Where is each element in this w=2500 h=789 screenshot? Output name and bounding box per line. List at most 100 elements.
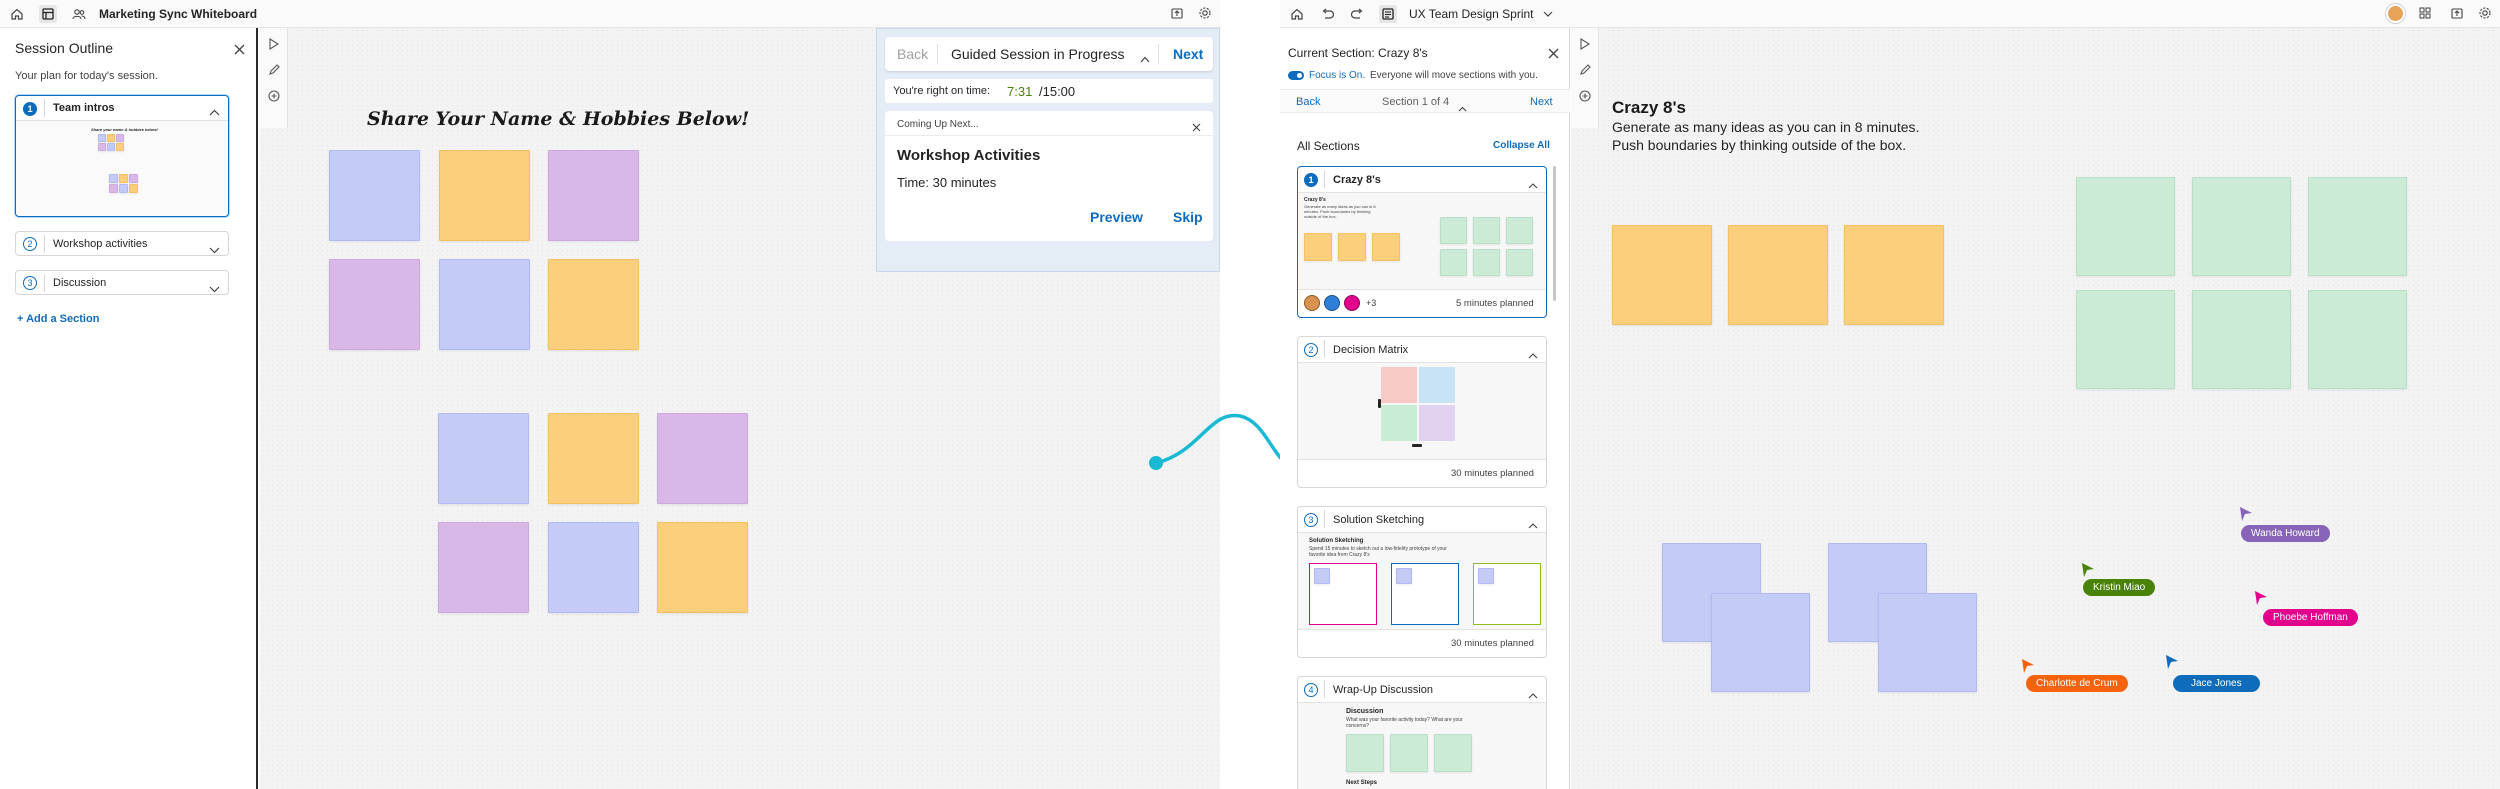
chevron-down-icon[interactable] bbox=[209, 241, 220, 259]
select-tool-icon[interactable] bbox=[1577, 36, 1593, 52]
add-tool-icon[interactable] bbox=[266, 88, 282, 104]
add-tool-icon[interactable] bbox=[1577, 88, 1593, 104]
section-card-2[interactable]: 2 Decision Matrix 30 minutes planned bbox=[1297, 336, 1547, 488]
thumb-title: Crazy 8's bbox=[1304, 197, 1326, 203]
sticky-note[interactable] bbox=[329, 150, 420, 241]
collapse-all-button[interactable]: Collapse All bbox=[1493, 140, 1550, 151]
cursor-label-wanda: Wanda Howard bbox=[2241, 525, 2330, 542]
add-section-link[interactable]: + Add a Section bbox=[17, 313, 99, 325]
outline-heading: Session Outline bbox=[15, 40, 114, 56]
share-icon[interactable] bbox=[2450, 6, 2464, 23]
next-button[interactable]: Next bbox=[1530, 96, 1553, 108]
thumb-sticky bbox=[98, 134, 106, 142]
settings-icon[interactable] bbox=[1198, 6, 1212, 23]
apps-icon[interactable] bbox=[2418, 6, 2432, 23]
thumb-sticky bbox=[119, 184, 128, 193]
undo-icon[interactable] bbox=[1319, 6, 1335, 22]
sticky-note[interactable] bbox=[439, 150, 530, 241]
chevron-down-icon[interactable] bbox=[1543, 11, 1553, 17]
sticky-note[interactable] bbox=[548, 150, 639, 241]
coming-up-title: Workshop Activities bbox=[897, 147, 1041, 164]
left-canvas[interactable]: Share Your Name & Hobbies Below! Back Gu… bbox=[260, 28, 1220, 789]
sticky-note[interactable] bbox=[439, 259, 530, 350]
matrix-handle bbox=[1378, 399, 1381, 408]
thumb-sticky bbox=[119, 174, 128, 183]
thumb-sticky bbox=[1390, 734, 1428, 772]
section-number: 3 bbox=[23, 276, 37, 290]
settings-icon[interactable] bbox=[2478, 6, 2492, 23]
share-icon[interactable] bbox=[1170, 6, 1184, 23]
close-icon[interactable] bbox=[1548, 46, 1559, 64]
sticky-note[interactable] bbox=[657, 413, 748, 504]
people-icon[interactable] bbox=[71, 6, 87, 22]
guided-status: Guided Session in Progress bbox=[951, 46, 1125, 62]
chevron-up-icon[interactable] bbox=[209, 103, 220, 121]
sticky-note[interactable] bbox=[548, 522, 639, 613]
pen-tool-icon[interactable] bbox=[1577, 62, 1593, 78]
sticky-note[interactable] bbox=[438, 522, 529, 613]
thumb-sticky bbox=[129, 184, 138, 193]
thumb-sticky bbox=[107, 143, 115, 151]
chevron-down-icon[interactable] bbox=[209, 280, 220, 298]
sticky-note[interactable] bbox=[2308, 177, 2407, 276]
sketch-frame bbox=[1309, 563, 1377, 625]
matrix-quadrant bbox=[1419, 405, 1455, 441]
cursor-label-kristin: Kristin Miao bbox=[2083, 579, 2156, 596]
section-card-3[interactable]: 3 Solution Sketching Solution Sketching … bbox=[1297, 506, 1547, 658]
sticky-note[interactable] bbox=[438, 413, 529, 504]
canvas-section-desc-1: Generate as many ideas as you can in 8 m… bbox=[1612, 119, 1920, 135]
pen-tool-icon[interactable] bbox=[266, 62, 282, 78]
sticky-note[interactable] bbox=[657, 522, 748, 613]
canvas-section-desc-2: Push boundaries by thinking outside of t… bbox=[1612, 137, 1907, 153]
sticky-note[interactable] bbox=[548, 259, 639, 350]
timer-prefix: You're right on time: bbox=[893, 85, 991, 97]
avatar bbox=[1304, 295, 1320, 311]
current-section-label: Current Section: Crazy 8's bbox=[1288, 46, 1428, 60]
sticky-note[interactable] bbox=[1878, 593, 1977, 692]
focus-label: Focus is On. bbox=[1309, 70, 1366, 81]
thumb-sticky bbox=[109, 184, 118, 193]
guided-next-button[interactable]: Next bbox=[1173, 46, 1203, 62]
outline-section-2[interactable]: 2 Workshop activities bbox=[15, 231, 229, 256]
sticky-note[interactable] bbox=[2192, 290, 2291, 389]
outline-section-3[interactable]: 3 Discussion bbox=[15, 270, 229, 295]
select-tool-icon[interactable] bbox=[266, 36, 282, 52]
sticky-note[interactable] bbox=[2076, 290, 2175, 389]
preview-button[interactable]: Preview bbox=[1090, 209, 1143, 225]
left-titlebar: Marketing Sync Whiteboard bbox=[0, 0, 1220, 28]
section-card-4[interactable]: 4 Wrap-Up Discussion Discussion What was… bbox=[1297, 676, 1547, 789]
sticky-note[interactable] bbox=[2192, 177, 2291, 276]
sticky-note[interactable] bbox=[1844, 225, 1944, 325]
thumb-title: Solution Sketching bbox=[1309, 538, 1364, 544]
outline-toggle-icon[interactable] bbox=[39, 4, 57, 23]
chevron-up-icon[interactable] bbox=[1140, 50, 1150, 68]
coming-up-time: Time: 30 minutes bbox=[897, 175, 997, 190]
sticky-note[interactable] bbox=[1728, 225, 1828, 325]
section-title: Crazy 8's bbox=[1333, 174, 1381, 186]
thumb-sticky bbox=[1506, 217, 1533, 244]
skip-button[interactable]: Skip bbox=[1173, 209, 1203, 225]
window-title: Marketing Sync Whiteboard bbox=[99, 6, 258, 21]
sticky-note[interactable] bbox=[2308, 290, 2407, 389]
outline-toggle-icon[interactable] bbox=[1379, 4, 1397, 23]
left-tool-rail bbox=[260, 28, 288, 128]
sticky-note[interactable] bbox=[2076, 177, 2175, 276]
chevron-up-icon[interactable] bbox=[1458, 99, 1467, 117]
guided-back-button[interactable]: Back bbox=[897, 46, 928, 62]
section-label: Team intros bbox=[53, 102, 115, 114]
redo-icon[interactable] bbox=[1349, 6, 1365, 22]
right-canvas[interactable]: Crazy 8's Generate as many ideas as you … bbox=[1571, 28, 2500, 789]
section-card-1[interactable]: 1 Crazy 8's Crazy 8's Generate as many i… bbox=[1297, 166, 1547, 318]
scrollbar[interactable] bbox=[1553, 166, 1556, 301]
sticky-note[interactable] bbox=[548, 413, 639, 504]
close-icon[interactable] bbox=[234, 42, 245, 60]
focus-toggle[interactable] bbox=[1288, 71, 1304, 80]
home-icon[interactable] bbox=[1289, 6, 1305, 22]
sticky-note[interactable] bbox=[329, 259, 420, 350]
outline-section-1[interactable]: 1 Team intros Share your name & hobbies … bbox=[15, 95, 229, 217]
avatar[interactable] bbox=[2386, 4, 2405, 23]
back-button[interactable]: Back bbox=[1296, 96, 1320, 108]
sticky-note[interactable] bbox=[1711, 593, 1810, 692]
sticky-note[interactable] bbox=[1612, 225, 1712, 325]
home-icon[interactable] bbox=[9, 6, 25, 22]
